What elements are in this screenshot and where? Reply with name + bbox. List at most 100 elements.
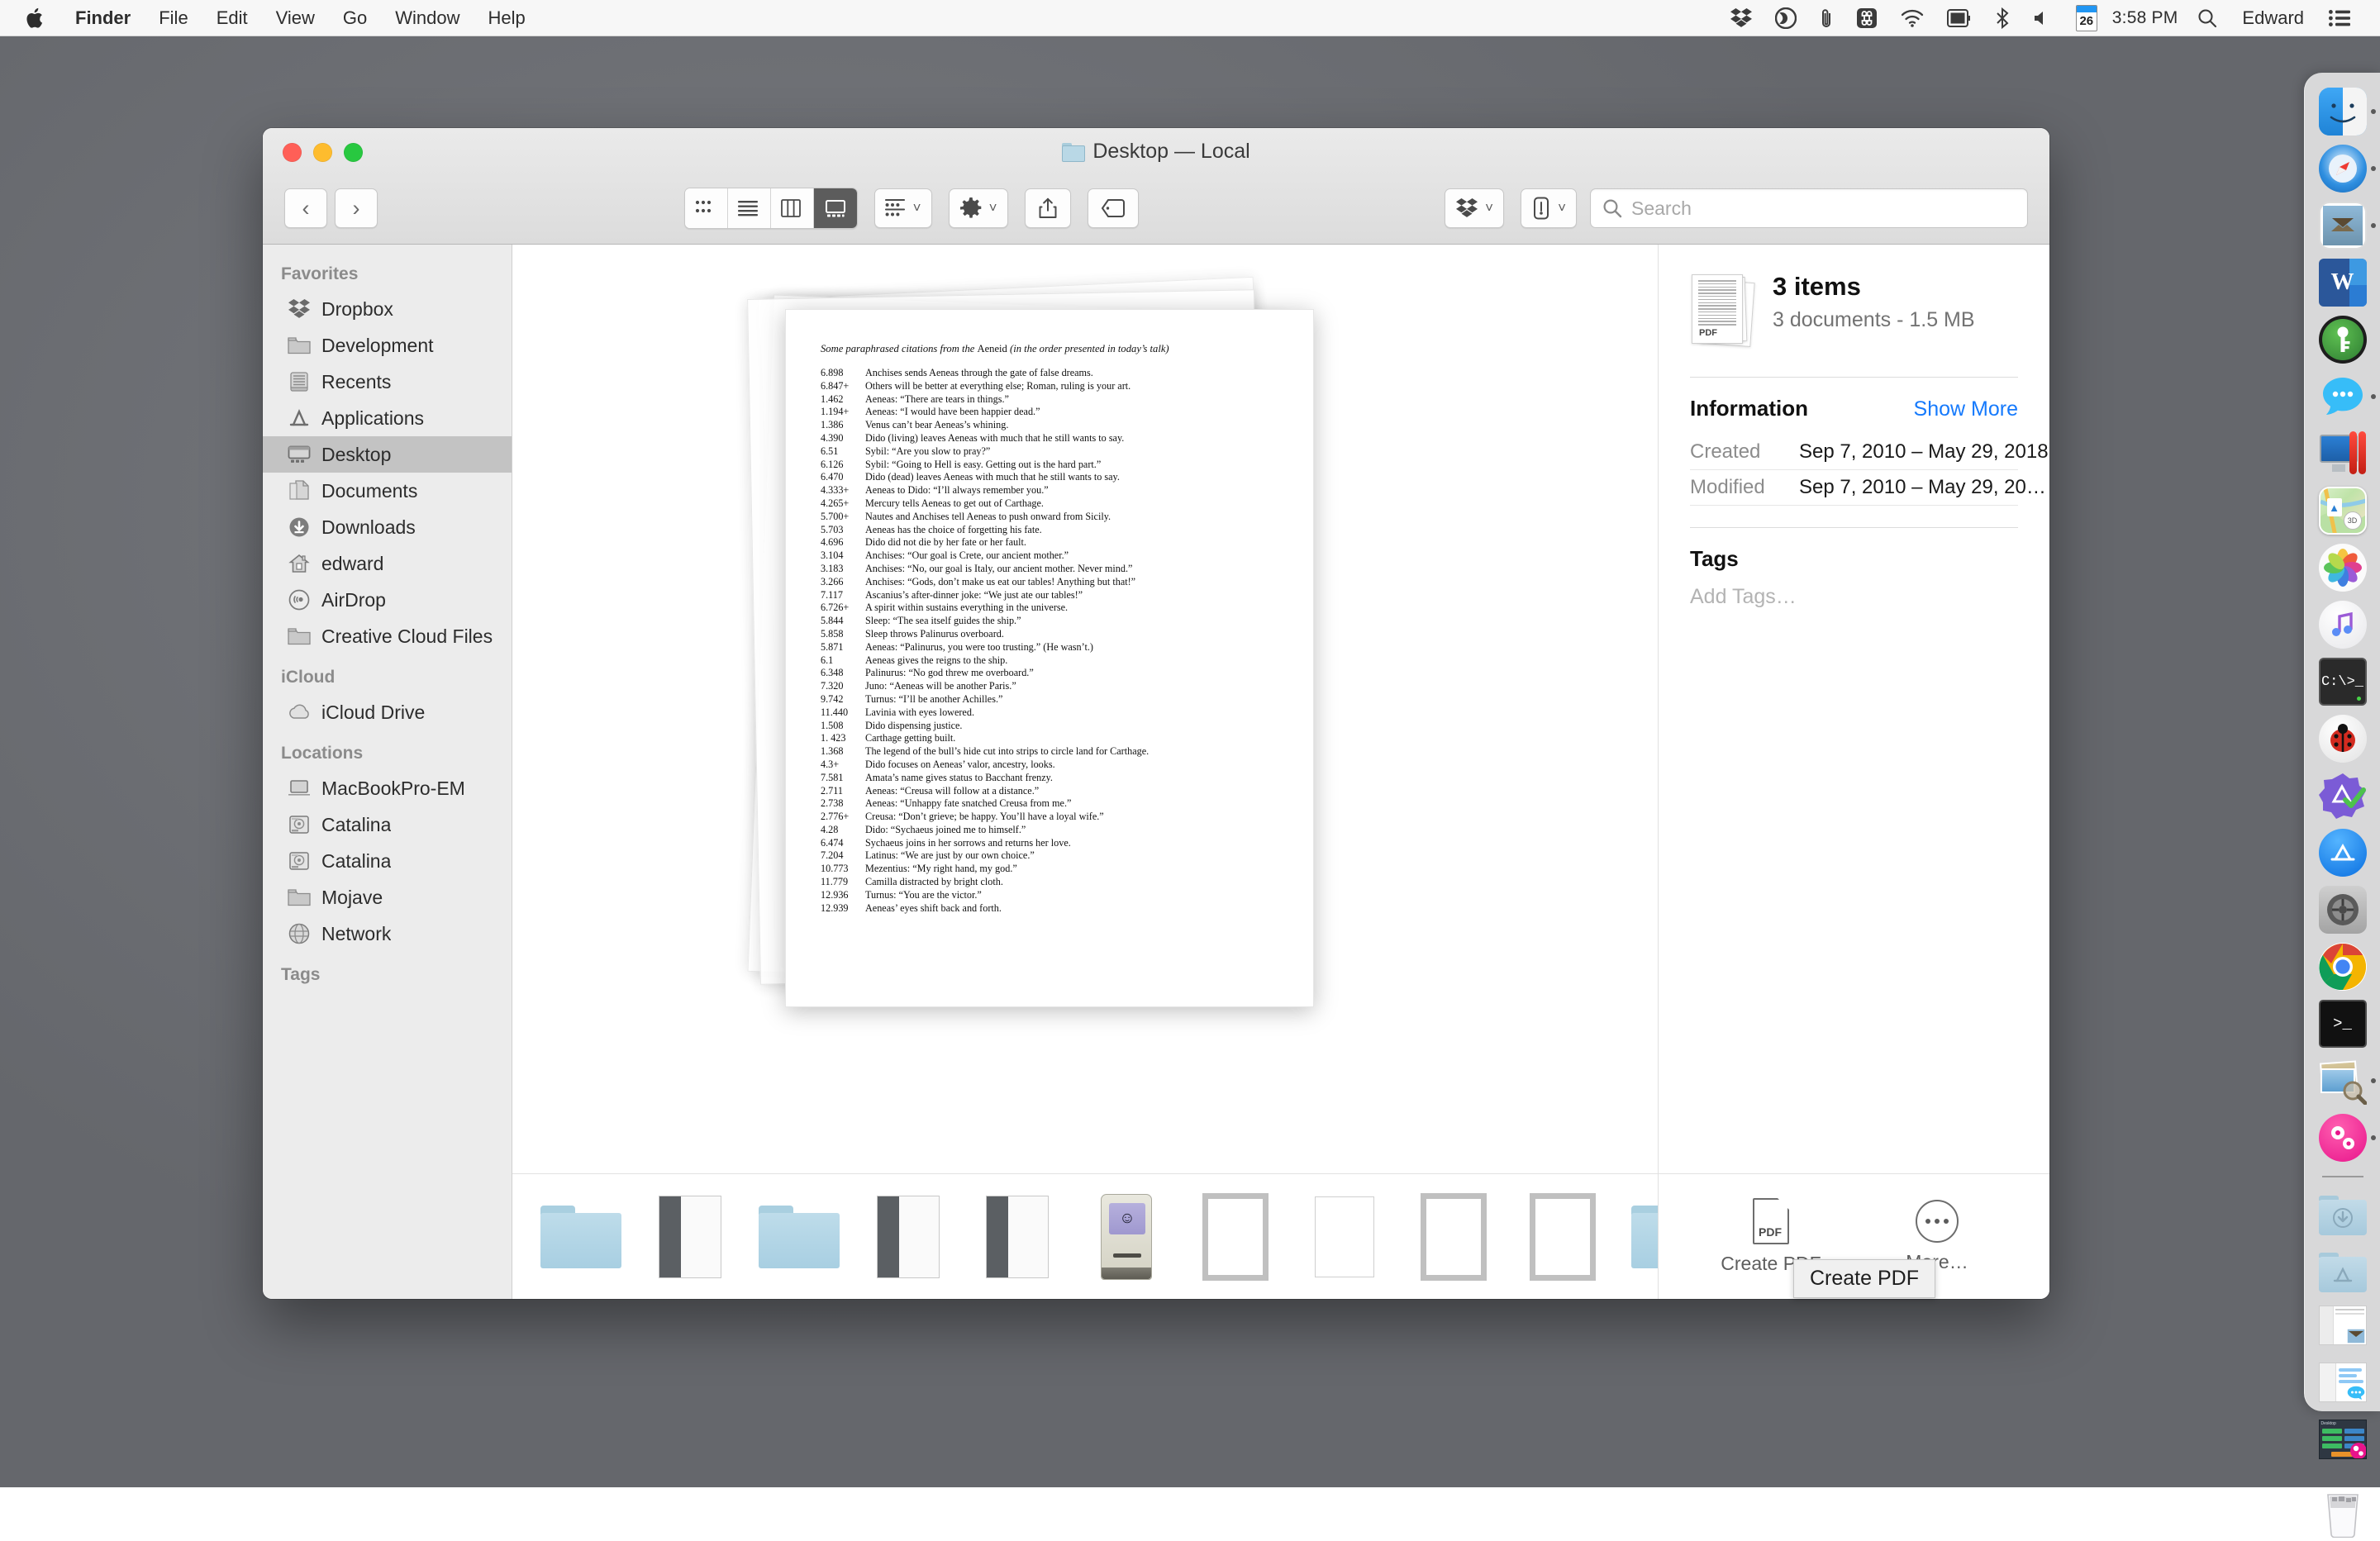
sidebar-item-downloads[interactable]: Downloads (263, 509, 512, 545)
downloads-folder-icon[interactable] (2319, 1191, 2367, 1239)
sidebar-item-icloud-drive[interactable]: iCloud Drive (263, 694, 512, 730)
menu-item-help[interactable]: Help (474, 0, 540, 36)
sidebar-item-mojave[interactable]: Mojave (263, 879, 512, 916)
gallery-preview[interactable]: Some paraphrased citations from the Aene… (512, 245, 1658, 1173)
menu-item-window[interactable]: Window (381, 0, 474, 36)
sidebar-item-dropbox[interactable]: Dropbox (263, 291, 512, 327)
share-button[interactable] (1025, 188, 1071, 228)
minimized-mail-window-icon[interactable] (2319, 1306, 2367, 1353)
creative-cloud-icon[interactable] (1764, 0, 1808, 36)
thumbnail-folder[interactable] (1626, 1191, 1658, 1283)
menu-item-edit[interactable]: Edit (202, 0, 262, 36)
itunes-icon[interactable] (2319, 601, 2367, 649)
app-checker-icon[interactable] (2319, 772, 2367, 820)
show-more-link[interactable]: Show More (1914, 397, 2018, 421)
wifi-icon[interactable] (1889, 0, 1935, 36)
sidebar-item-creative-cloud-files[interactable]: Creative Cloud Files (263, 618, 512, 654)
search-input[interactable]: Search (1590, 188, 2028, 228)
menu-item-file[interactable]: File (145, 0, 202, 36)
list-view-button[interactable] (728, 188, 771, 228)
citation-text: Anchises: “No, our goal is Italy, our an… (865, 563, 1278, 576)
icon-view-button[interactable] (685, 188, 728, 228)
windows-terminal-icon[interactable]: C:\>_ (2319, 658, 2367, 706)
clock-time[interactable]: 3:58 PM (2109, 8, 2187, 28)
thumbnail-screenshot-dark[interactable] (645, 1191, 735, 1283)
applications-folder-icon[interactable] (2319, 1248, 2367, 1296)
tags-button[interactable] (1088, 188, 1139, 228)
microsoft-word-icon[interactable]: W (2319, 259, 2367, 307)
calendar-icon[interactable]: 26 (2064, 0, 2109, 36)
sidebar-item-applications[interactable]: Applications (263, 400, 512, 436)
citation-reference: 4.3+ (821, 759, 865, 772)
messages-icon[interactable] (2319, 373, 2367, 421)
gallery-view-button[interactable] (814, 188, 857, 228)
column-view-button[interactable] (771, 188, 814, 228)
action-gear-button[interactable]: ˅ (949, 188, 1008, 228)
sidebar-item-recents[interactable]: Recents (263, 364, 512, 400)
close-button[interactable] (283, 143, 302, 162)
thumbnail-pdf[interactable] (1299, 1191, 1390, 1283)
dropbox-button[interactable]: ˅ (1445, 188, 1504, 228)
dropbox-icon[interactable] (1719, 0, 1764, 36)
menu-item-finder[interactable]: Finder (61, 0, 145, 36)
airdrop-button[interactable]: ˅ (1521, 188, 1577, 228)
safari-icon[interactable] (2319, 145, 2367, 193)
citation-reference: 11.440 (821, 706, 865, 720)
minimized-messages-window-icon[interactable] (2319, 1363, 2367, 1410)
sidebar-item-development[interactable]: Development (263, 327, 512, 364)
display-icon[interactable] (1935, 0, 1983, 36)
mail-icon[interactable] (2319, 202, 2367, 250)
thumbnail-pdf-framed[interactable] (1517, 1191, 1608, 1283)
menu-item-view[interactable]: View (262, 0, 329, 36)
preview-icon[interactable] (2319, 1057, 2367, 1105)
thumbnail-pdf-framed[interactable] (1408, 1191, 1499, 1283)
preview-document-page[interactable]: Some paraphrased citations from the Aene… (785, 309, 1314, 1007)
pink-gears-icon[interactable] (2319, 1114, 2367, 1162)
user-name-menu[interactable]: Edward (2229, 7, 2317, 29)
sidebar-item-catalina[interactable]: Catalina (263, 843, 512, 879)
control-center-icon[interactable] (2317, 0, 2362, 36)
sidebar-section-header: Locations (263, 730, 512, 770)
bluetooth-icon[interactable] (1983, 0, 2021, 36)
thumbnail-classic-mac[interactable]: ☺ (1081, 1191, 1172, 1283)
thumbnail-screenshot-light[interactable] (972, 1191, 1063, 1283)
maps-icon[interactable]: ▲ 3D (2319, 487, 2367, 535)
thumbnail-screenshot-app[interactable] (863, 1191, 954, 1283)
sidebar-item-macbookpro-em[interactable]: MacBookPro-EM (263, 770, 512, 806)
minimize-button[interactable] (313, 143, 332, 162)
system-preferences-icon[interactable] (2319, 886, 2367, 934)
thumbnail-pdf-framed[interactable] (1190, 1191, 1281, 1283)
photos-icon[interactable] (2319, 544, 2367, 592)
terminal-icon[interactable]: >_ (2319, 1000, 2367, 1048)
parallels-desktop-icon[interactable] (2319, 430, 2367, 478)
thumbnail-folder[interactable] (536, 1191, 626, 1283)
minimized-app-window-icon[interactable]: Desktop (2319, 1420, 2367, 1467)
sidebar-item-catalina[interactable]: Catalina (263, 806, 512, 843)
paperclip-icon[interactable] (1808, 0, 1844, 36)
forward-button[interactable]: › (335, 188, 378, 228)
back-button[interactable]: ‹ (284, 188, 327, 228)
menu-item-go[interactable]: Go (329, 0, 381, 36)
app-store-icon[interactable] (2319, 829, 2367, 877)
google-chrome-icon[interactable] (2319, 943, 2367, 991)
volume-icon[interactable] (2021, 0, 2064, 36)
finder-window[interactable]: Desktop — Local ‹ › (263, 128, 2049, 1299)
command-key-icon[interactable] (1844, 0, 1889, 36)
finder-icon[interactable] (2319, 88, 2367, 136)
spotlight-search-icon[interactable] (2186, 0, 2229, 36)
add-tags-input[interactable]: Add Tags… (1690, 585, 2018, 609)
group-by-button[interactable]: ˅ (874, 188, 932, 228)
ladybug-debug-icon[interactable] (2319, 715, 2367, 763)
gallery-filmstrip[interactable]: ☺ (512, 1173, 1658, 1299)
sidebar-item-edward[interactable]: edward (263, 545, 512, 582)
sidebar-item-documents[interactable]: Documents (263, 473, 512, 509)
trash-icon[interactable] (2319, 1483, 2367, 1541)
sidebar-item-desktop[interactable]: Desktop (263, 436, 512, 473)
sidebar-item-network[interactable]: Network (263, 916, 512, 952)
zoom-button[interactable] (344, 143, 363, 162)
apple-logo-icon[interactable] (0, 0, 61, 36)
thumbnail-folder[interactable] (754, 1191, 845, 1283)
keepassxc-icon[interactable] (2319, 316, 2367, 364)
sidebar-item-airdrop[interactable]: AirDrop (263, 582, 512, 618)
window-title-bar[interactable]: Desktop — Local ‹ › (263, 128, 2049, 245)
